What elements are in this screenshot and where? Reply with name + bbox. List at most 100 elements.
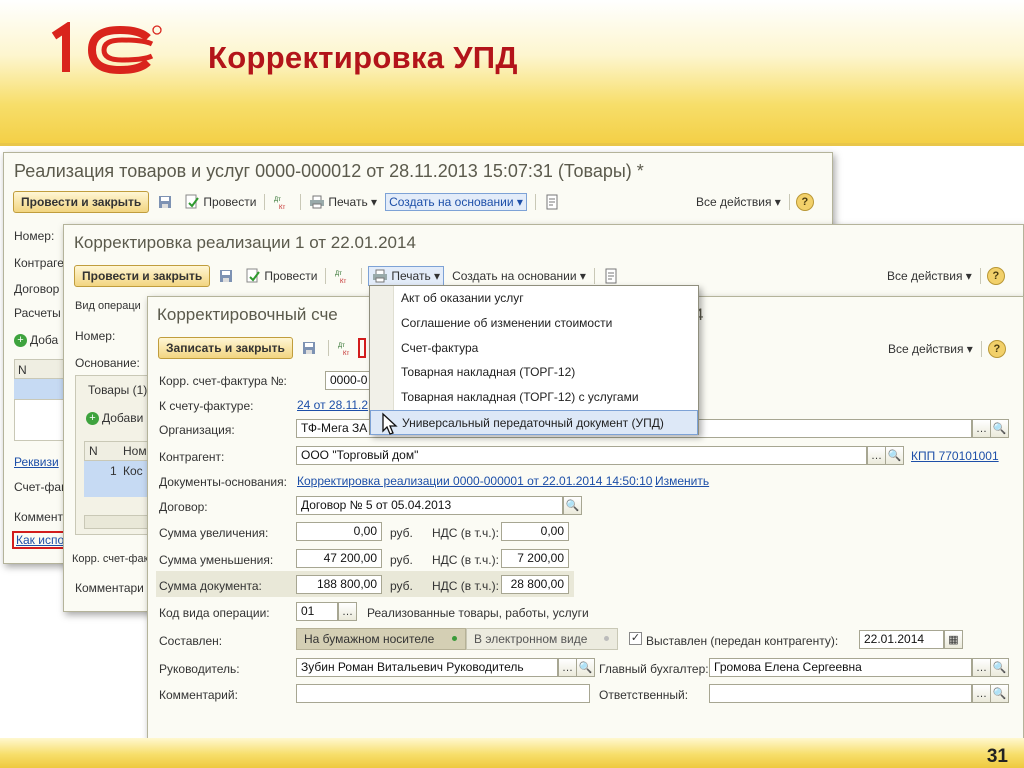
kontragent-field[interactable]: ООО "Торговый дом"	[296, 446, 867, 465]
menu-item-agreement[interactable]: Соглашение об изменении стоимости	[370, 311, 698, 336]
all-actions-area: Все действия ▾ ?	[696, 193, 814, 211]
selected-dot-icon	[452, 636, 457, 641]
sum-decrease-field[interactable]: 47 200,00	[296, 549, 382, 568]
link-how-to-use[interactable]: Как испо	[12, 531, 69, 549]
kod-operacii-field[interactable]: 01	[296, 602, 338, 621]
create-based-button[interactable]: Создать на основании ▾	[385, 193, 527, 211]
otvetstvenny-select-button[interactable]: …	[972, 684, 991, 703]
print-dropdown-menu: Акт об оказании услуг Соглашение об изме…	[369, 285, 699, 435]
unselected-dot-icon	[604, 636, 609, 641]
kod-description: Реализованные товары, работы, услуги	[367, 606, 589, 620]
menu-item-invoice[interactable]: Счет-фактура	[370, 336, 698, 361]
nds-increase-field[interactable]: 0,00	[501, 522, 569, 541]
all-actions-button[interactable]: Все действия ▾	[888, 342, 973, 356]
post-icon	[246, 268, 261, 283]
nds-document-field[interactable]: 28 800,00	[501, 575, 569, 594]
rukovoditel-select-button[interactable]: …	[558, 658, 577, 677]
report-icon[interactable]	[544, 194, 563, 210]
link-kpp[interactable]: КПП 770101001	[911, 449, 999, 463]
write-and-close-button[interactable]: Записать и закрыть	[158, 337, 293, 359]
calendar-icon[interactable]: ▦	[944, 630, 963, 649]
label-nds: НДС (в т.ч.):	[432, 553, 499, 567]
all-actions-button[interactable]: Все действия ▾	[887, 269, 972, 283]
grid-scrollbar[interactable]	[84, 515, 148, 529]
add-row-button[interactable]: + Добави	[86, 411, 143, 425]
label-glavbuh: Главный бухгалтер:	[599, 662, 709, 676]
organization-select-button[interactable]: …	[972, 419, 991, 438]
report-icon[interactable]	[603, 268, 622, 284]
link-change[interactable]: Изменить	[655, 474, 709, 488]
post-and-close-button[interactable]: Провести и закрыть	[13, 191, 150, 213]
add-label: Доба	[30, 333, 59, 347]
comment-field[interactable]	[296, 684, 590, 703]
print-menu-button[interactable]: Печать ▾	[309, 194, 377, 210]
create-based-label: Создать на основании	[389, 195, 514, 209]
save-icon[interactable]	[301, 340, 320, 356]
rub-label: руб.	[390, 553, 413, 567]
slide-footer	[0, 738, 1024, 768]
post-button[interactable]: Провести	[245, 268, 317, 284]
help-icon[interactable]: ?	[986, 267, 1005, 285]
label-sum-decrease: Сумма уменьшения:	[159, 553, 274, 567]
search-icon[interactable]: 🔍	[990, 684, 1009, 703]
toolbar-separator	[300, 194, 302, 210]
help-icon[interactable]: ?	[795, 193, 814, 211]
glavbuh-field[interactable]: Громова Елена Сергеевна	[709, 658, 972, 677]
create-based-button[interactable]: Создать на основании ▾	[452, 269, 586, 283]
link-k-sf[interactable]: 24 от 28.11.2	[297, 398, 368, 412]
vystavlen-checkbox[interactable]: ✓	[629, 632, 642, 645]
label-comment: Комментари	[75, 581, 144, 595]
toolbar: Провести и закрыть Провести Дт Кт Печать …	[74, 265, 622, 287]
label-vid-operacii: Вид операци	[75, 300, 141, 312]
save-icon[interactable]	[218, 268, 237, 284]
print-menu-button[interactable]: Печать ▾	[368, 266, 445, 286]
sostavlen-electronic-label: В электронном виде	[474, 632, 588, 646]
grid-col-nomenclature: Ном	[123, 444, 147, 458]
label-sum-increase: Сумма увеличения:	[159, 526, 269, 540]
label-vystavlen: Выставлен (передан контрагенту):	[646, 634, 839, 648]
menu-item-torg12[interactable]: Товарная накладная (ТОРГ-12)	[370, 360, 698, 385]
link-rekvizity[interactable]: Реквизи	[14, 455, 59, 469]
menu-item-torg12-services[interactable]: Товарная накладная (ТОРГ-12) с услугами	[370, 385, 698, 410]
tab-tovary[interactable]: Товары (1)	[88, 383, 147, 397]
add-row-button[interactable]: + Доба	[14, 333, 58, 347]
svg-text:Дт: Дт	[338, 343, 345, 349]
search-icon[interactable]: 🔍	[885, 446, 904, 465]
menu-item-act[interactable]: Акт об оказании услуг	[370, 286, 698, 311]
add-label: Добави	[102, 411, 144, 425]
all-actions-label: Все действия	[888, 342, 964, 356]
dt-kt-icon[interactable]: Дт Кт	[334, 268, 353, 284]
dogovor-field[interactable]: Договор № 5 от 05.04.2013	[296, 496, 563, 515]
all-actions-button[interactable]: Все действия ▾	[696, 195, 781, 209]
search-icon[interactable]: 🔍	[563, 496, 582, 515]
print-button-highlight[interactable]	[357, 338, 366, 358]
post-button[interactable]: Провести	[184, 194, 256, 210]
label-organization: Организация:	[159, 423, 235, 437]
sum-document-field[interactable]: 188 800,00	[296, 575, 382, 594]
rukovoditel-field[interactable]: Зубин Роман Витальевич Руководитель	[296, 658, 558, 677]
glavbuh-select-button[interactable]: …	[972, 658, 991, 677]
search-icon[interactable]: 🔍	[990, 658, 1009, 677]
grid-selected-row[interactable]	[14, 379, 66, 399]
dt-kt-icon[interactable]: Дт Кт	[337, 340, 356, 356]
kod-select-button[interactable]: …	[338, 602, 357, 621]
all-actions-area: Все действия ▾ ?	[888, 340, 1006, 358]
otvetstvenny-field[interactable]	[709, 684, 972, 703]
kontragent-select-button[interactable]: …	[867, 446, 886, 465]
help-icon[interactable]: ?	[987, 340, 1006, 358]
save-icon[interactable]	[157, 194, 176, 210]
page-number: 31	[986, 746, 1008, 767]
link-docs-osnovaniya[interactable]: Корректировка реализации 0000-000001 от …	[297, 474, 652, 488]
1c-logo	[51, 22, 162, 75]
dt-kt-icon[interactable]: Дт Кт	[273, 194, 292, 210]
post-and-close-button[interactable]: Провести и закрыть	[74, 265, 211, 287]
nds-decrease-field[interactable]: 7 200,00	[501, 549, 569, 568]
search-icon[interactable]: 🔍	[576, 658, 595, 677]
sum-increase-field[interactable]: 0,00	[296, 522, 382, 541]
toolbar: Записать и закрыть Дт Кт	[158, 337, 366, 359]
create-based-label: Создать на основании	[452, 269, 577, 283]
vystavlen-date-field[interactable]: 22.01.2014	[859, 630, 944, 649]
search-icon[interactable]: 🔍	[990, 419, 1009, 438]
menu-item-upd[interactable]: Универсальный передаточный документ (УПД…	[370, 409, 698, 435]
window-title: Корректировочный сче	[157, 305, 338, 324]
